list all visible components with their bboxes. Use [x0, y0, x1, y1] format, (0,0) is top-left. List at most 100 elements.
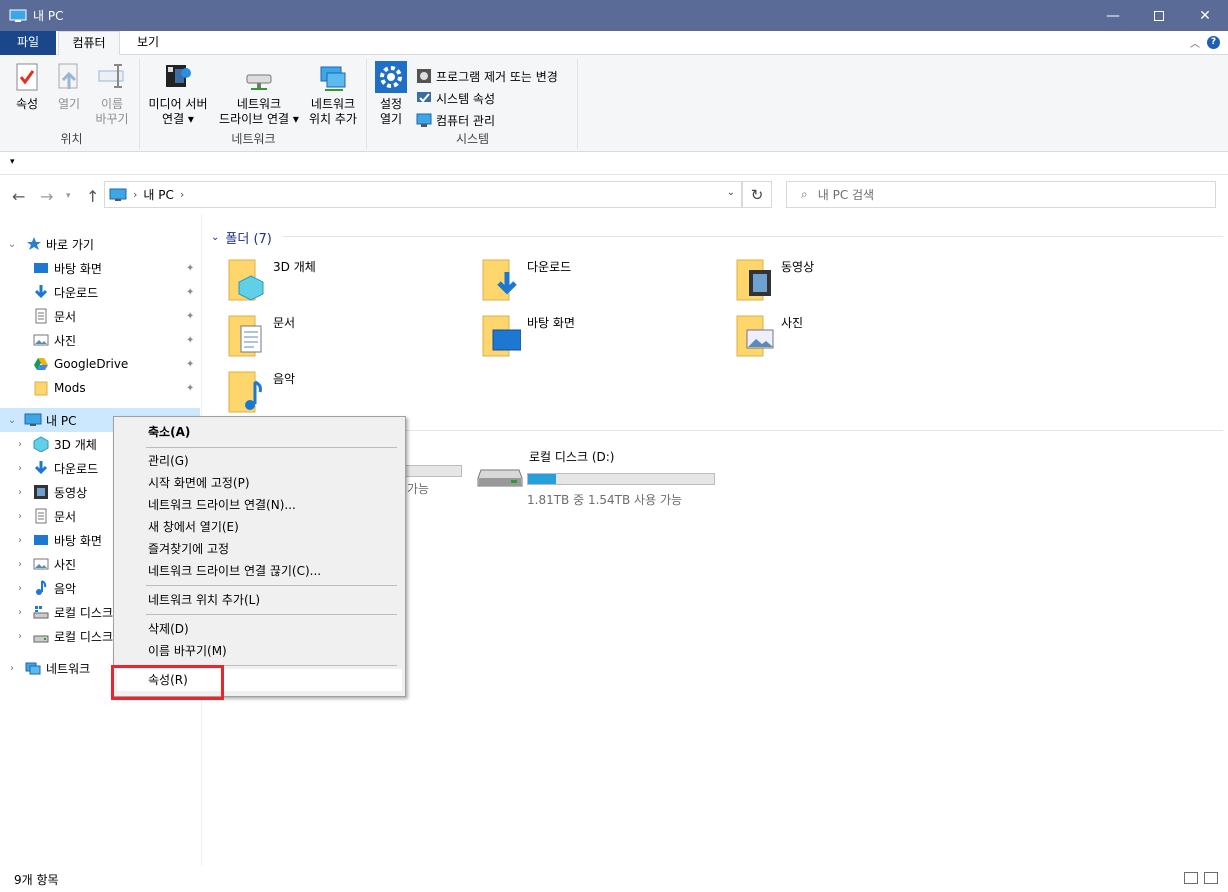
- open-button[interactable]: 열기: [52, 61, 86, 112]
- large-icons-view-icon[interactable]: [1204, 872, 1218, 884]
- menu-item-open-new-window[interactable]: 새 창에서 열기(E): [117, 516, 402, 538]
- nav-quick-item-documents[interactable]: 문서 ✦: [0, 304, 200, 328]
- chevron-down-icon[interactable]: ⌄: [5, 239, 19, 250]
- menu-item-manage[interactable]: 관리(G): [117, 450, 402, 472]
- chevron-down-icon[interactable]: ⌄: [5, 415, 19, 426]
- computer-management-button[interactable]: 컴퓨터 관리: [416, 110, 495, 130]
- computer-icon: [9, 9, 27, 22]
- chevron-right-icon[interactable]: ›: [13, 559, 27, 570]
- computer-management-label: 컴퓨터 관리: [436, 113, 496, 128]
- map-drive-label-2: 드라이브 연결 ▾: [219, 112, 299, 126]
- chevron-right-icon[interactable]: ›: [13, 631, 27, 642]
- folder-tile-desktop[interactable]: 바탕 화면: [481, 312, 731, 364]
- menu-item-delete[interactable]: 삭제(D): [117, 618, 402, 640]
- address-bar[interactable]: › 내 PC › ⌄: [104, 181, 742, 208]
- document-icon: [35, 508, 47, 524]
- folders-section-header[interactable]: ⌄ 폴더 (7): [211, 228, 272, 247]
- properties-button[interactable]: 속성: [10, 61, 44, 112]
- nav-label: 다운로드: [54, 285, 99, 300]
- media-server-label-2: 연결 ▾: [162, 112, 194, 126]
- menu-item-add-network-location[interactable]: 네트워크 위치 추가(L): [117, 589, 402, 611]
- chevron-right-icon[interactable]: ›: [5, 663, 19, 674]
- chevron-right-icon[interactable]: ›: [13, 535, 27, 546]
- menu-item-map-network-drive[interactable]: 네트워크 드라이브 연결(N)...: [117, 494, 402, 516]
- maximize-button[interactable]: [1136, 0, 1182, 31]
- address-dropdown-icon[interactable]: ⌄: [727, 187, 735, 198]
- document-icon: [35, 308, 47, 324]
- tab-file[interactable]: 파일: [0, 31, 56, 55]
- chevron-down-icon[interactable]: ⌄: [211, 232, 219, 243]
- nav-label: 사진: [54, 557, 77, 572]
- folder-name: 문서: [273, 316, 296, 330]
- menu-item-rename[interactable]: 이름 바꾸기(M): [117, 640, 402, 662]
- add-network-location-label-1: 네트워크: [310, 97, 356, 111]
- media-server-label-1: 미디어 서버: [148, 97, 208, 111]
- drive-tile-d[interactable]: 로컬 디스크 (D:) 1.81TB 중 1.54TB 사용 가능: [477, 446, 737, 507]
- section-divider: [403, 430, 1223, 431]
- forward-arrow-icon[interactable]: →: [40, 187, 53, 206]
- breadcrumb-this-pc[interactable]: 내 PC: [143, 186, 173, 203]
- nav-label: GoogleDrive: [54, 357, 129, 371]
- documents-folder-icon: [228, 315, 262, 357]
- add-network-location-button[interactable]: 네트워크 위치 추가: [305, 61, 361, 127]
- rename-button[interactable]: 이름 바꾸기: [92, 61, 132, 127]
- drive-usage-bar: [527, 473, 715, 485]
- close-icon: ✕: [1199, 7, 1211, 24]
- hard-drive-icon: [33, 635, 49, 643]
- menu-item-collapse[interactable]: 축소(A): [117, 421, 402, 443]
- menu-item-pin-to-quick-access[interactable]: 즐겨찾기에 고정: [117, 538, 402, 560]
- nav-quick-item-googledrive[interactable]: GoogleDrive ✦: [0, 352, 200, 376]
- chevron-right-icon[interactable]: ›: [13, 439, 27, 450]
- minimize-button[interactable]: —: [1090, 0, 1136, 31]
- refresh-button[interactable]: ↻: [742, 181, 772, 208]
- customize-toolbar-icon[interactable]: ▾: [10, 157, 15, 167]
- tab-view[interactable]: 보기: [122, 31, 174, 55]
- uninstall-program-button[interactable]: 프로그램 제거 또는 변경: [416, 66, 558, 86]
- chevron-right-icon[interactable]: ›: [13, 607, 27, 618]
- folder-tile-3d-objects[interactable]: 3D 개체: [227, 256, 477, 308]
- nav-quick-item-downloads[interactable]: 다운로드 ✦: [0, 280, 200, 304]
- chevron-right-icon[interactable]: ›: [13, 583, 27, 594]
- nav-label: 바로 가기: [46, 237, 94, 252]
- network-icon: [25, 662, 41, 675]
- folder-tile-pictures[interactable]: 사진: [735, 312, 985, 364]
- map-drive-button[interactable]: 네트워크 드라이브 연결 ▾: [215, 61, 303, 127]
- folder-name: 사진: [781, 316, 804, 330]
- breadcrumb-separator-icon[interactable]: ›: [133, 188, 137, 201]
- search-box[interactable]: ⌕ 내 PC 검색: [786, 181, 1216, 208]
- folder-name: 동영상: [781, 260, 815, 274]
- nav-label: 로컬 디스크: [54, 605, 114, 620]
- system-properties-button[interactable]: 시스템 속성: [416, 88, 495, 108]
- star-icon: [27, 237, 41, 250]
- menu-item-disconnect-network-drive[interactable]: 네트워크 드라이브 연결 끊기(C)...: [117, 560, 402, 582]
- details-view-icon[interactable]: [1184, 872, 1198, 884]
- open-settings-button[interactable]: 설정 열기: [372, 61, 410, 127]
- folder-tile-downloads[interactable]: 다운로드: [481, 256, 731, 308]
- back-arrow-icon[interactable]: ←: [12, 187, 25, 206]
- recent-locations-icon[interactable]: ▾: [66, 191, 71, 201]
- nav-quick-item-mods[interactable]: Mods ✦: [0, 376, 200, 400]
- breadcrumb-separator-icon[interactable]: ›: [180, 188, 184, 201]
- nav-label: 로컬 디스크: [54, 629, 114, 644]
- folder-tile-music[interactable]: 음악: [227, 368, 477, 420]
- media-server-button[interactable]: 미디어 서버 연결 ▾: [143, 61, 213, 127]
- help-icon[interactable]: ?: [1207, 36, 1220, 49]
- chevron-right-icon[interactable]: ›: [13, 511, 27, 522]
- nav-quick-item-desktop[interactable]: 바탕 화면 ✦: [0, 256, 200, 280]
- folder-tile-videos[interactable]: 동영상: [735, 256, 985, 308]
- up-arrow-icon[interactable]: ↑: [86, 187, 99, 206]
- computer-icon: [24, 413, 42, 426]
- menu-item-pin-to-start[interactable]: 시작 화면에 고정(P): [117, 472, 402, 494]
- chevron-right-icon[interactable]: ›: [13, 487, 27, 498]
- open-settings-label-2: 열기: [379, 112, 403, 126]
- ribbon: 속성 열기 이름 바꾸기 위치 미디어 서버 연결 ▾ 네트워크 드라이브 연결…: [0, 55, 1228, 152]
- chevron-right-icon[interactable]: ›: [13, 463, 27, 474]
- nav-quick-access[interactable]: ⌄ 바로 가기: [0, 232, 200, 256]
- network-location-icon: [320, 66, 346, 91]
- ribbon-tabs: 파일 컴퓨터 보기 ︿ ?: [0, 31, 1228, 56]
- nav-quick-item-pictures[interactable]: 사진 ✦: [0, 328, 200, 352]
- collapse-ribbon-icon[interactable]: ︿: [1190, 35, 1200, 50]
- close-button[interactable]: ✕: [1182, 0, 1228, 31]
- folder-tile-documents[interactable]: 문서: [227, 312, 477, 364]
- tab-computer[interactable]: 컴퓨터: [58, 31, 120, 56]
